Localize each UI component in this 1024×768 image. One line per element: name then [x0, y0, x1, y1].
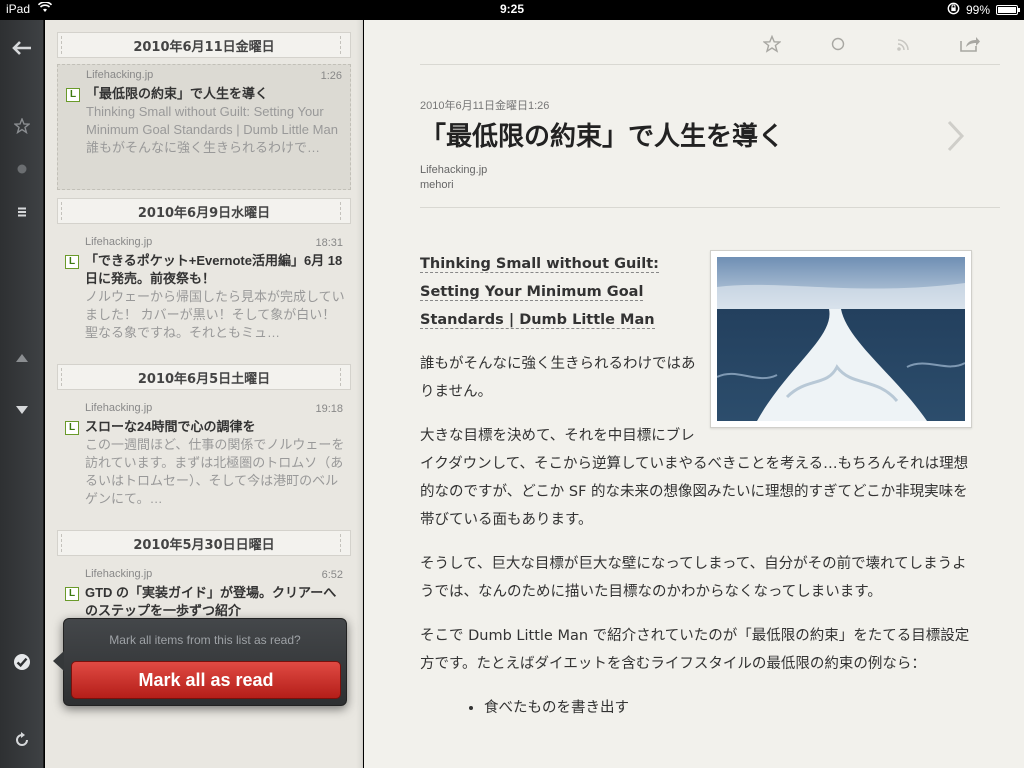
- share-icon: [960, 37, 980, 52]
- chevron-right-icon: [947, 120, 965, 152]
- item-time: 18:31: [315, 237, 343, 249]
- item-snippet: Thinking Small without Guilt: Setting Yo…: [86, 104, 338, 155]
- date-header: 2010年5月30日日曜日: [57, 530, 351, 556]
- feed-favicon-icon: L: [65, 587, 79, 601]
- list-item[interactable]: Lifehacking.jp 19:18 L スローな24時間で心の調律を この…: [57, 398, 351, 522]
- circle-outline-icon: [831, 37, 845, 51]
- item-source: Lifehacking.jp: [85, 236, 153, 248]
- item-time: 1:26: [320, 70, 342, 82]
- battery-percent: 99%: [965, 3, 990, 17]
- feed-favicon-icon: L: [65, 421, 79, 435]
- back-button[interactable]: [0, 32, 44, 64]
- item-source: Lifehacking.jp: [85, 402, 153, 414]
- triangle-up-icon: [16, 354, 28, 362]
- article-author: mehori: [420, 179, 454, 191]
- feed-favicon-icon: L: [66, 88, 80, 102]
- ocean-wake-image: [716, 257, 966, 421]
- mark-all-read-button[interactable]: Mark all as read: [71, 661, 341, 699]
- article-body: Thinking Small without Guilt: Setting Yo…: [420, 250, 972, 722]
- previous-item-button[interactable]: [0, 342, 44, 374]
- article-source: Lifehacking.jp: [420, 164, 488, 176]
- list-item[interactable]: Lifehacking.jp 6:52 L GTD の「実装ガイド」が登場。クリ…: [57, 564, 351, 624]
- filter-all-button[interactable]: [0, 196, 44, 228]
- bullet-item: 食べたものを書き出す: [484, 694, 972, 722]
- item-title: 「できるポケット+Evernote活用編」6月 18 日に発売。前夜祭も！: [85, 253, 343, 286]
- list-item[interactable]: Lifehacking.jp 1:26 L 「最低限の約束」で人生を導く Thi…: [57, 64, 351, 190]
- triangle-down-icon: [16, 406, 28, 414]
- divider: [420, 64, 1000, 65]
- share-button[interactable]: [958, 32, 982, 56]
- date-header: 2010年6月5日土曜日: [57, 364, 351, 390]
- filter-unread-button[interactable]: [0, 153, 44, 185]
- article-title: 「最低限の約束」で人生を導く: [420, 122, 785, 152]
- share-feed-button[interactable]: [892, 32, 916, 56]
- mark-all-read-toggle[interactable]: [0, 646, 44, 678]
- side-toolbar: [0, 20, 44, 768]
- feed-favicon-icon: L: [65, 255, 79, 269]
- clock: 9:25: [499, 2, 525, 16]
- broadcast-icon: [897, 39, 909, 51]
- list-icon: [18, 207, 26, 217]
- star-button[interactable]: [760, 32, 784, 56]
- circle-icon: [17, 164, 27, 174]
- star-outline-icon: [763, 35, 781, 53]
- item-title: スローな24時間で心の調律を: [85, 419, 256, 434]
- item-time: 19:18: [315, 403, 343, 415]
- mark-all-read-popover: Mark all items from this list as read? M…: [53, 618, 347, 706]
- paragraph: そこで Dumb Little Man で紹介されていたのが「最低限の約束」をた…: [420, 628, 970, 672]
- refresh-icon: [16, 732, 28, 746]
- reader-toolbar: [364, 20, 1024, 66]
- mark-unread-button[interactable]: [826, 32, 850, 56]
- paragraph: そうして、巨大な目標が巨大な壁になってしまって、自分がその前で壊れてしまうようで…: [420, 556, 967, 600]
- next-item-button[interactable]: [0, 394, 44, 426]
- battery-fill: [998, 7, 1016, 13]
- checkmark-circle-icon: [14, 654, 30, 670]
- item-source: Lifehacking.jp: [86, 69, 154, 81]
- rotation-lock-icon: [947, 2, 960, 18]
- item-time: 6:52: [321, 569, 343, 581]
- article-image: [710, 250, 972, 428]
- back-arrow-icon: [12, 41, 31, 55]
- article-link[interactable]: Thinking Small without Guilt: Setting Yo…: [420, 256, 659, 329]
- item-title: GTD の「実装ガイド」が登場。クリアーへのステップを一歩ずつ紹介: [85, 585, 337, 618]
- article-date: 2010年6月11日金曜日1:26: [420, 100, 550, 112]
- refresh-button[interactable]: [0, 724, 44, 756]
- popover-question: Mark all items from this list as read?: [109, 633, 301, 647]
- filter-starred-button[interactable]: [0, 110, 44, 142]
- item-title: 「最低限の約束」で人生を導く: [86, 86, 269, 101]
- date-header: 2010年6月11日金曜日: [57, 32, 351, 58]
- status-bar: iPad 9:25 99%: [0, 0, 1024, 20]
- item-snippet: ノルウェーから帰国したら見本が完成していました！ カバーが黒い！そして象が白い！…: [85, 289, 345, 340]
- item-snippet: この一週間ほど、仕事の関係でノルウェーを訪れています。まずは北極圏のトロムソ（あ…: [85, 437, 345, 506]
- date-header: 2010年6月9日水曜日: [57, 198, 351, 224]
- article-reader: 2010年6月11日金曜日1:26 「最低限の約束」で人生を導く Lifehac…: [364, 20, 1024, 768]
- star-icon: [14, 118, 30, 134]
- list-item[interactable]: Lifehacking.jp 18:31 L 「できるポケット+Evernote…: [57, 232, 351, 356]
- item-source: Lifehacking.jp: [85, 568, 153, 580]
- paragraph: 大きな目標を決めて、それを中目標にブレイクダウンして、そこから逆算していまやるべ…: [420, 428, 969, 528]
- divider: [420, 207, 1000, 208]
- battery-icon: [996, 5, 1020, 15]
- next-article-button[interactable]: [944, 118, 968, 154]
